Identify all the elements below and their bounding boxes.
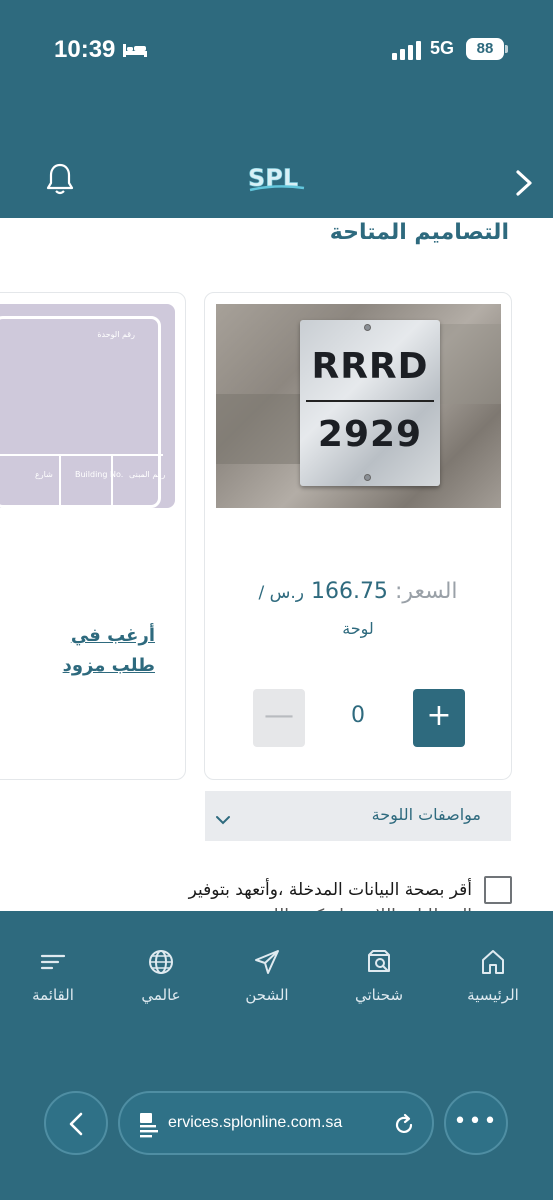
nav-global-label: عالمي (141, 986, 181, 1004)
signal-icon (392, 41, 421, 60)
nav-global[interactable]: عالمي (116, 947, 206, 1004)
consent-text: أقر بصحة البيانات المدخلة ،وأتعهد بتوفير (188, 880, 472, 900)
status-bar: 10:39 5G 88 (0, 32, 553, 72)
page-title: التصاميم المتاحة (329, 220, 509, 245)
nav-shipping-label: الشحن (245, 986, 289, 1004)
home-icon (482, 950, 504, 974)
reload-icon[interactable] (392, 1113, 416, 1137)
battery-level: 88 (466, 38, 504, 60)
price: السعر: 166.75 ر.س / (205, 579, 511, 604)
nav-my-shipments-label: شحناتي (354, 986, 404, 1004)
price-label: السعر: (394, 579, 458, 604)
notification-bell-icon[interactable] (44, 162, 76, 196)
price-value: 166.75 (310, 579, 388, 604)
globe-icon (149, 950, 173, 974)
form-label-building: Building No. (75, 470, 124, 479)
chevron-down-icon (216, 816, 230, 825)
send-icon (255, 950, 279, 974)
price-currency: ر.س / (258, 583, 304, 603)
form-label-street: شارع (35, 470, 53, 479)
plate-specs-accordion[interactable]: مواصفات اللوحة (205, 791, 511, 841)
nav-menu[interactable]: القائمة (8, 947, 98, 1004)
sleep-mode-icon (123, 44, 147, 57)
design-card-primary: RRRD 2929 السعر: 166.75 ر.س / لوحة — 0 + (204, 292, 512, 780)
nav-home[interactable]: الرئيسية (448, 947, 538, 1004)
nav-shipping[interactable]: الشحن (222, 947, 312, 1004)
network-type: 5G (430, 38, 455, 58)
form-label-unit: رقم الوحدة (97, 330, 135, 339)
accordion-label: مواصفات اللوحة (371, 805, 481, 824)
plate-letters: RRRD (311, 346, 429, 387)
house-number-plate: RRRD 2929 (300, 320, 440, 486)
design-card-secondary[interactable]: رقم الوحدة شارع Building No. رقم المبنى … (0, 292, 186, 780)
more-options-button[interactable]: ••• (444, 1091, 508, 1155)
package-search-icon (368, 950, 390, 972)
address-bar[interactable]: ervices.splonline.com.sa (118, 1091, 434, 1155)
nav-menu-label: القائمة (32, 986, 74, 1004)
nav-my-shipments[interactable]: شحناتي (334, 947, 424, 1004)
bottom-bar: الرئيسية شحناتي الشحن عالمي القائمة ervi… (0, 911, 553, 1200)
decrease-quantity-button[interactable]: — (253, 689, 305, 747)
quantity-value: 0 (351, 703, 365, 728)
address-form-plate-image: رقم الوحدة شارع Building No. رقم المبنى (0, 304, 175, 508)
consent-checkbox[interactable] (484, 876, 512, 904)
price-unit: لوحة (342, 619, 374, 638)
page-settings-icon (140, 1113, 158, 1138)
chevron-left-icon (69, 1112, 83, 1136)
battery-tip (505, 45, 508, 53)
nav-home-label: الرئيسية (467, 986, 519, 1004)
form-label-building-ar: رقم المبنى (129, 470, 166, 479)
spl-logo: SPL (248, 164, 305, 192)
plate-photo: RRRD 2929 (216, 304, 501, 508)
chevron-right-icon[interactable] (510, 168, 536, 198)
request-provider-link[interactable]: أرغب في طلب مزود (25, 621, 155, 681)
status-time: 10:39 (54, 36, 116, 63)
menu-icon (40, 954, 66, 970)
app-header: 10:39 5G 88 SPL (0, 0, 553, 218)
url-text: ervices.splonline.com.sa (168, 1114, 343, 1131)
increase-quantity-button[interactable]: + (413, 689, 465, 747)
plate-number: 2929 (317, 414, 423, 455)
browser-back-button[interactable] (44, 1091, 108, 1155)
